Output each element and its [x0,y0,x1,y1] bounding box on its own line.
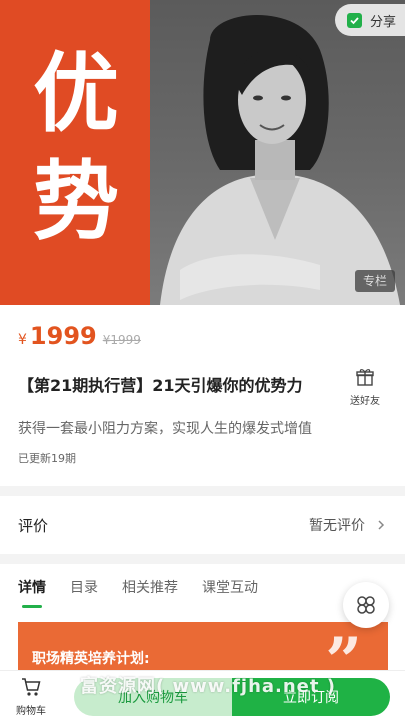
share-label: 分享 [370,14,397,30]
banner-text: 职场精英培养计划: [32,651,150,667]
section-divider [0,554,405,564]
course-subtitle: 获得一套最小阻力方案，实现人生的爆发式增值 [18,421,312,437]
review-row[interactable]: 评价 暂无评价 [0,496,405,554]
hero-char-2: 势 [33,151,119,252]
review-title: 评价 [18,516,49,535]
tab-interaction[interactable]: 课堂互动 [202,566,258,610]
price-symbol: ¥ [18,332,27,348]
gift-icon [356,369,374,386]
price-row: ¥ 1999 ¥1999 [18,322,141,356]
cart-icon [22,678,41,696]
gift-label: 送好友 [350,396,380,407]
bottom-action-bar: 购物车 加入购物车 立即订阅 [0,670,405,722]
share-button[interactable]: 分享 [335,4,405,36]
hero-photo: 分享 专栏 [150,0,405,305]
hero-banner: 优 势 分享 专栏 [0,0,405,305]
add-to-cart-button[interactable]: 加入购物车 [74,678,232,716]
cart-button[interactable]: 购物车 [0,677,62,717]
floating-menu-button[interactable] [343,582,389,628]
course-title: 【第21期执行营】21天引爆你的优势力 [18,376,303,395]
chevron-right-icon [378,520,385,530]
original-price: ¥1999 [102,333,141,347]
review-status: 暂无评价 [309,518,365,534]
tab-recommendations[interactable]: 相关推荐 [122,566,178,610]
hero-char-1: 优 [33,43,119,144]
update-count: 已更新19期 [18,452,76,465]
gift-to-friend-button[interactable]: 送好友 [345,367,385,408]
price-value: 1999 [29,322,97,350]
section-divider [0,486,405,496]
cart-label: 购物车 [16,706,46,717]
hero-orange-panel: 优 势 [0,0,150,305]
share-icon [347,12,362,28]
tab-details[interactable]: 详情 [18,566,46,610]
tab-catalog[interactable]: 目录 [70,566,98,610]
column-tag: 专栏 [354,270,395,292]
portrait-illustration [160,15,400,305]
subscribe-now-button[interactable]: 立即订阅 [232,678,390,716]
grid-menu-icon [357,596,375,614]
